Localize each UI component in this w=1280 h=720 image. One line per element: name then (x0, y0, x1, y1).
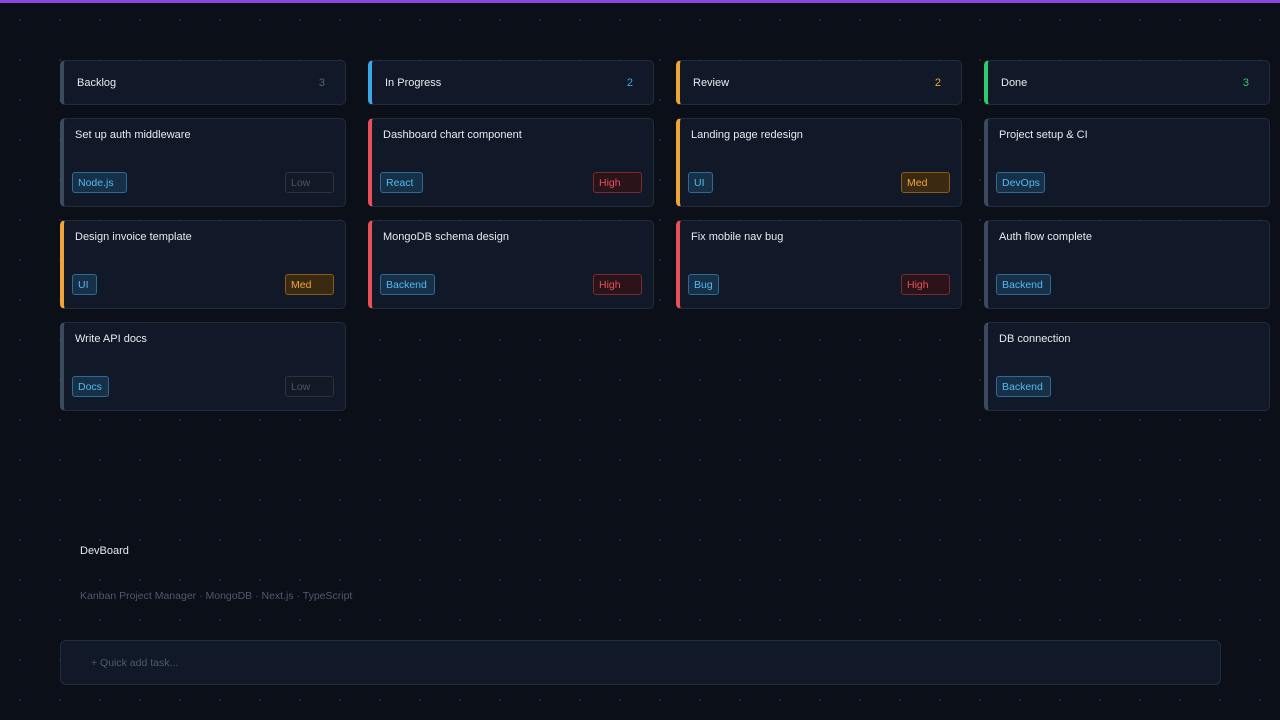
column-header[interactable]: Review 2 (676, 60, 962, 105)
brand-subtitle: Kanban Project Manager · MongoDB · Next.… (80, 590, 353, 602)
task-card[interactable]: Design invoice template UI Med (60, 220, 346, 309)
brand-name: DevBoard (80, 545, 129, 557)
column-header[interactable]: Done 3 (984, 60, 1270, 105)
quick-add-placeholder: + Quick add task... (91, 656, 179, 669)
task-tag: DevOps (996, 172, 1046, 193)
task-card[interactable]: Project setup & CI DevOps (984, 118, 1270, 207)
priority-badge: High (593, 172, 642, 193)
task-card[interactable]: Landing page redesign UI Med (676, 118, 962, 207)
task-title: Fix mobile nav bug (691, 231, 784, 243)
task-tag: Backend (996, 376, 1052, 397)
task-tag: UI (72, 274, 97, 295)
priority-badge: Med (901, 172, 950, 193)
priority-badge: High (901, 274, 950, 295)
column-count-badge: 2 (934, 76, 941, 89)
kanban-board: Backlog 3 Set up auth middleware Node.js Low… (60, 60, 1270, 411)
task-title: Dashboard chart component (383, 129, 522, 141)
task-title: Write API docs (75, 333, 147, 345)
task-title: Design invoice template (75, 231, 192, 243)
task-card[interactable]: Auth flow complete Backend (984, 220, 1270, 309)
kanban-column-backlog: Backlog 3 Set up auth middleware Node.js Low… (60, 60, 346, 411)
task-card[interactable]: DB connection Backend (984, 322, 1270, 411)
kanban-column-in-progress: In Progress 2 Dashboard chart component Rea… (368, 60, 654, 411)
column-count-badge: 3 (1242, 76, 1249, 89)
priority-badge: Low (285, 172, 334, 193)
kanban-column-done: Done 3 Project setup & CI DevOps Auth flow c… (984, 60, 1270, 411)
task-title: MongoDB schema design (383, 231, 509, 243)
task-tag: Backend (996, 274, 1052, 295)
column-count-badge: 3 (318, 76, 325, 89)
column-title: Review (693, 76, 730, 89)
task-title: Project setup & CI (999, 129, 1088, 141)
task-title: DB connection (999, 333, 1071, 345)
task-tag: React (380, 172, 423, 193)
column-header[interactable]: Backlog 3 (60, 60, 346, 105)
task-title: Landing page redesign (691, 129, 803, 141)
column-header[interactable]: In Progress 2 (368, 60, 654, 105)
task-card[interactable]: Write API docs Docs Low (60, 322, 346, 411)
task-tag: Backend (380, 274, 436, 295)
task-tag: UI (688, 172, 713, 193)
task-tag: Node.js (72, 172, 128, 193)
priority-badge: High (593, 274, 642, 295)
task-title: Auth flow complete (999, 231, 1092, 243)
column-title: Backlog (77, 76, 117, 89)
task-card[interactable]: MongoDB schema design Backend High (368, 220, 654, 309)
column-title: In Progress (385, 76, 442, 89)
top-accent-bar (0, 0, 1280, 3)
task-card[interactable]: Fix mobile nav bug Bug High (676, 220, 962, 309)
task-card[interactable]: Dashboard chart component React High (368, 118, 654, 207)
column-count-badge: 2 (626, 76, 633, 89)
quick-add-input[interactable]: + Quick add task... (60, 640, 1221, 685)
task-title: Set up auth middleware (75, 129, 191, 141)
column-title: Done (1001, 76, 1028, 89)
task-card[interactable]: Set up auth middleware Node.js Low (60, 118, 346, 207)
priority-badge: Med (285, 274, 334, 295)
task-tag: Docs (72, 376, 109, 397)
task-tag: Bug (688, 274, 719, 295)
kanban-column-review: Review 2 Landing page redesign UI Med Fix mob… (676, 60, 962, 411)
priority-badge: Low (285, 376, 334, 397)
